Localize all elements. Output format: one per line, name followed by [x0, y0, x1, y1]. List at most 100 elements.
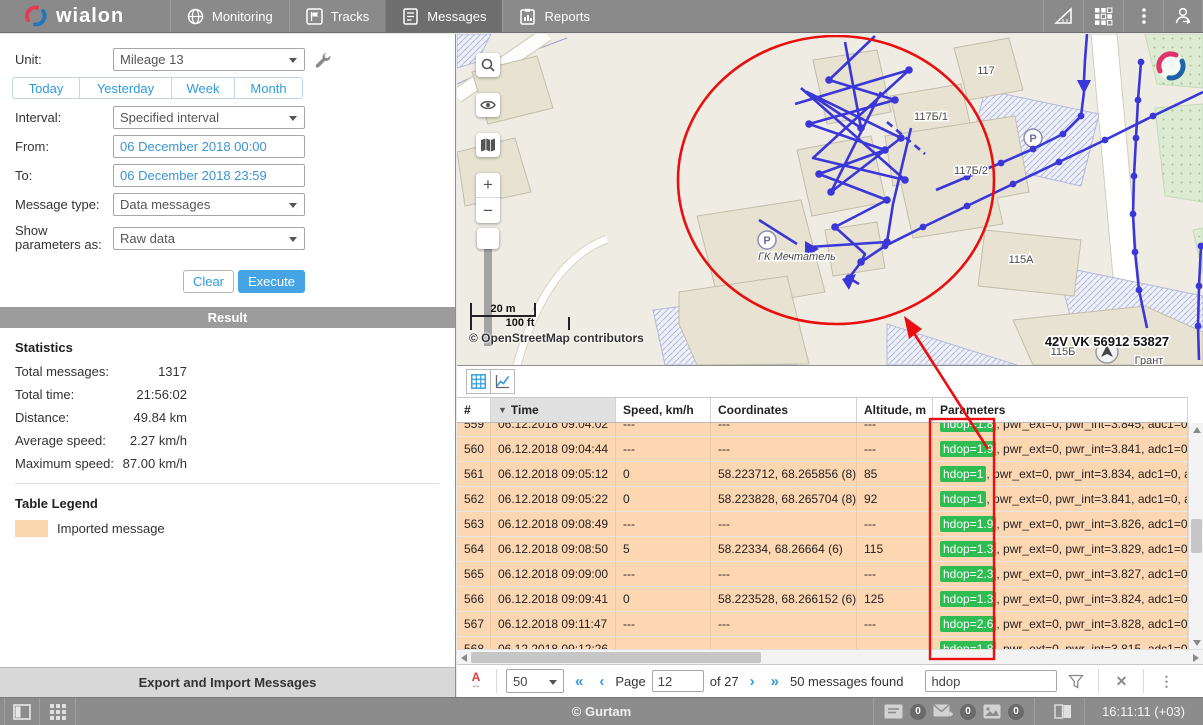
cell-coordinates: ---	[711, 612, 857, 637]
table-row[interactable]: 563 06.12.2018 09:08:49 --- --- --- hdop…	[457, 512, 1188, 537]
cell-time: 06.12.2018 09:09:41	[491, 587, 616, 612]
to-date-input[interactable]: 06 December 2018 23:59	[113, 164, 305, 187]
svg-text:P: P	[1029, 133, 1036, 145]
interval-select[interactable]: Specified interval	[113, 106, 305, 129]
map-visibility-button[interactable]	[476, 93, 500, 117]
quick-yesterday-button[interactable]: Yesterday	[79, 77, 172, 99]
quick-today-button[interactable]: Today	[12, 77, 80, 99]
mail-icon[interactable]	[933, 704, 953, 719]
column-header-speed[interactable]: Speed, km/h	[616, 398, 711, 422]
cell-altitude: ---	[857, 612, 933, 637]
cell-number: 566	[457, 587, 491, 612]
help-book-icon[interactable]	[1042, 698, 1085, 725]
column-header-coordinates[interactable]: Coordinates	[711, 398, 857, 422]
first-page-button[interactable]: «	[570, 673, 588, 690]
clear-filter-button[interactable]: ✕	[1108, 673, 1134, 690]
tab-reports[interactable]: Reports	[502, 0, 606, 32]
zoom-slider-handle[interactable]	[477, 228, 499, 249]
toggle-panel-button[interactable]	[4, 698, 40, 725]
ruler-tool-icon[interactable]	[1043, 0, 1083, 32]
cell-speed: ---	[616, 562, 711, 587]
user-logout-icon[interactable]	[1163, 0, 1203, 32]
horizontal-scrollbar[interactable]	[457, 649, 1203, 664]
tab-messages[interactable]: Messages	[385, 0, 502, 32]
column-header-altitude[interactable]: Altitude, m	[857, 398, 933, 422]
unit-select[interactable]: Mileage 13	[113, 48, 305, 71]
building-label-115a: 115А	[1009, 254, 1035, 266]
wialon-logo[interactable]: wialon	[0, 0, 170, 32]
table-options-icon[interactable]: ⋮	[1153, 673, 1179, 690]
next-page-button[interactable]: ›	[745, 673, 760, 690]
mail-count-badge: 0	[960, 704, 976, 720]
font-size-button[interactable]: A↔	[465, 672, 487, 690]
statistics-block: Statistics Total messages:1317 Total tim…	[0, 328, 455, 537]
export-import-messages-button[interactable]: Export and Import Messages	[0, 667, 455, 697]
horizontal-scroll-thumb[interactable]	[471, 652, 761, 663]
funnel-icon	[1068, 674, 1084, 689]
vertical-scrollbar[interactable]	[1188, 423, 1203, 650]
zoom-out-button[interactable]: −	[476, 198, 500, 223]
cell-speed: 5	[616, 537, 711, 562]
notices-icon[interactable]	[884, 704, 903, 719]
table-row[interactable]: 567 06.12.2018 09:11:47 --- --- --- hdop…	[457, 612, 1188, 637]
scroll-up-icon[interactable]	[1193, 427, 1201, 433]
media-count-badge: 0	[1008, 704, 1024, 720]
table-row[interactable]: 561 06.12.2018 09:05:12 0 58.223712, 68.…	[457, 462, 1188, 487]
message-type-select[interactable]: Data messages	[113, 193, 305, 216]
chart-view-button[interactable]	[490, 369, 515, 394]
imported-message-swatch	[15, 520, 48, 537]
table-row[interactable]: 565 06.12.2018 09:09:00 --- --- --- hdop…	[457, 562, 1188, 587]
table-row[interactable]: 566 06.12.2018 09:09:41 0 58.223528, 68.…	[457, 587, 1188, 612]
table-row[interactable]: 562 06.12.2018 09:05:22 0 58.223828, 68.…	[457, 487, 1188, 512]
scroll-left-icon[interactable]	[461, 654, 467, 662]
statistics-title: Statistics	[15, 340, 440, 355]
tab-monitoring[interactable]: Monitoring	[170, 0, 289, 32]
more-menu-icon[interactable]	[1123, 0, 1163, 32]
execute-button[interactable]: Execute	[238, 270, 305, 293]
table-row[interactable]: 560 06.12.2018 09:04:44 --- --- --- hdop…	[457, 437, 1188, 462]
scroll-down-icon[interactable]	[1193, 640, 1201, 646]
map-layers-button[interactable]	[476, 133, 500, 157]
quick-month-button[interactable]: Month	[234, 77, 303, 99]
prev-page-button[interactable]: ‹	[594, 673, 609, 690]
parameter-search-input[interactable]	[925, 670, 1057, 692]
column-header-parameters[interactable]: Parameters	[933, 398, 1188, 422]
media-icon[interactable]	[983, 704, 1001, 719]
quick-week-button[interactable]: Week	[171, 77, 235, 99]
page-size-select[interactable]: 50	[506, 669, 564, 693]
scroll-right-icon[interactable]	[1193, 654, 1199, 662]
cell-coordinates: ---	[711, 437, 857, 462]
filter-button[interactable]	[1063, 674, 1089, 689]
messages-found-label: 50 messages found	[790, 674, 903, 689]
clear-button[interactable]: Clear	[183, 270, 234, 293]
table-row[interactable]: 568 06.12.2018 09:12:26 hdop=1.8, pwr_ex…	[457, 637, 1188, 649]
wrench-icon[interactable]	[315, 52, 331, 68]
table-row[interactable]: 564 06.12.2018 09:08:50 5 58.22334, 68.2…	[457, 537, 1188, 562]
cell-parameters: hdop=1, pwr_ext=0, pwr_int=3.834, adc1=0…	[933, 462, 1188, 487]
show-parameters-select[interactable]: Raw data	[113, 227, 305, 250]
vertical-scroll-thumb[interactable]	[1191, 519, 1202, 553]
map-search-button[interactable]	[476, 53, 500, 77]
globe-icon	[187, 8, 204, 25]
cell-number: 560	[457, 437, 491, 462]
apps-button[interactable]	[40, 698, 76, 725]
apps-grid-icon[interactable]	[1083, 0, 1123, 32]
zoom-control: + −	[476, 173, 500, 223]
stat-maximum-speed: Maximum speed:87.00 km/h	[15, 456, 187, 471]
cell-time: 06.12.2018 09:05:22	[491, 487, 616, 512]
result-section-header: Result	[0, 307, 455, 328]
from-date-input[interactable]: 06 December 2018 00:00	[113, 135, 305, 158]
last-page-button[interactable]: »	[766, 673, 784, 690]
page-number-input[interactable]	[652, 670, 704, 692]
tab-tracks[interactable]: Tracks	[289, 0, 386, 32]
column-header-time[interactable]: ▼Time	[491, 398, 616, 422]
column-header-number[interactable]: #	[457, 398, 491, 422]
map-area[interactable]: P P	[457, 34, 1203, 365]
poi-label: ГК Мечтатель	[758, 251, 836, 263]
flag-icon	[306, 8, 323, 25]
table-view-button[interactable]	[466, 369, 491, 394]
table-row[interactable]: 559 06.12.2018 09:04:02 --- --- --- hdop…	[457, 423, 1188, 437]
cell-speed: 0	[616, 487, 711, 512]
zoom-in-button[interactable]: +	[476, 173, 500, 198]
stat-average-speed: Average speed:2.27 km/h	[15, 433, 187, 448]
